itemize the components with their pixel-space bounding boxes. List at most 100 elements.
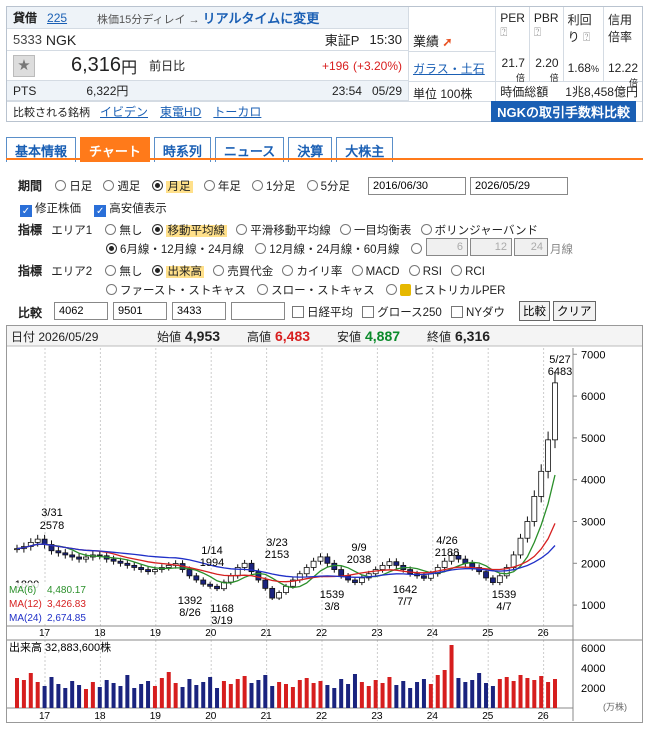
x-tick-label: 17 [39, 628, 51, 639]
volume-bar [139, 684, 144, 708]
vol-tick-label: 6000 [581, 643, 605, 655]
candle-body [117, 560, 124, 564]
volume-bar [435, 675, 440, 708]
area2-none[interactable]: 無し [105, 265, 142, 278]
candle-body [193, 575, 200, 581]
volume-bar [518, 675, 523, 708]
fee-compare-banner[interactable]: NGKの取引手数料比較 [491, 101, 636, 122]
ma-opt-12-24-60[interactable]: 12月線・24月線・60月線 [255, 243, 400, 256]
metric-per: PER ⍰ 21.7倍 [496, 7, 530, 83]
volume-bar [456, 678, 461, 708]
change-pct: (+3.20%) [352, 58, 403, 73]
x-tick-label: 20 [205, 628, 217, 639]
performance-label[interactable]: 業績 [413, 34, 439, 49]
compare-link-ibiden[interactable]: イビデン [100, 103, 148, 120]
area1-ichimoku[interactable]: 一目均衡表 [339, 224, 411, 237]
area1-ma[interactable]: 移動平均線 [151, 224, 228, 237]
area2-fast-stoch[interactable]: ファースト・ストキャス [106, 284, 246, 297]
date-from-input[interactable] [368, 177, 466, 195]
candle-body [131, 564, 138, 568]
period-label: 期間 [18, 179, 43, 193]
area2-rsi[interactable]: RSI [408, 265, 442, 278]
favorite-star-icon[interactable]: ★ [13, 54, 35, 77]
candle-body [421, 575, 427, 579]
low-value: 4,887 [365, 328, 400, 344]
area2-slow-stoch[interactable]: スロー・ストキャス [257, 284, 375, 297]
ma-input-3[interactable] [514, 238, 548, 256]
candle-body [62, 552, 69, 556]
area2-turnover[interactable]: 売買代金 [213, 265, 273, 278]
open-value: 4,953 [185, 328, 220, 344]
change-value: +196 [321, 58, 349, 73]
price-annotation: 1392 [178, 595, 202, 607]
ma-opt-custom[interactable] [410, 243, 425, 256]
market-code-link[interactable]: 225 [47, 11, 67, 25]
volume-bar [532, 680, 537, 708]
metric-pbr: PBR ⍰ 2.20倍 [530, 7, 564, 83]
area2-macd[interactable]: MACD [351, 265, 400, 278]
nikkei-checkbox[interactable]: 日経平均 [292, 306, 353, 319]
clear-button[interactable]: クリア [553, 301, 596, 321]
period-monthly[interactable]: 月足 [151, 180, 193, 193]
compare-row-label: 比較 [18, 306, 43, 320]
industry-link[interactable]: ガラス・土石 [413, 62, 485, 76]
pts-time: 23:54 [331, 83, 362, 98]
delay-note[interactable]: 株価15分ディレイ → リアルタイムに変更 [97, 8, 319, 27]
volume-bar [339, 679, 344, 708]
compare-button[interactable]: 比較 [519, 301, 550, 321]
area2-hist-per[interactable]: ヒストリカルPER [385, 284, 506, 297]
vol-tick-label: 4000 [581, 663, 605, 675]
vol-x-tick-label: 18 [94, 711, 106, 722]
ma-input-2[interactable] [470, 238, 512, 256]
nydow-checkbox[interactable]: NYダウ [451, 306, 505, 319]
volume-bar [284, 684, 288, 708]
ma-legend-value: 4,480.17 [47, 585, 86, 596]
x-tick-label: 25 [482, 628, 494, 639]
period-5min[interactable]: 5分足 [306, 180, 350, 193]
area1-ema[interactable]: 平滑移動平均線 [236, 224, 331, 237]
volume-bar [49, 677, 54, 708]
area2-row-b: ファースト・ストキャス スロー・ストキャス ヒストリカルPER [106, 282, 506, 298]
vol-x-tick-label: 24 [427, 711, 439, 722]
period-1min[interactable]: 1分足 [252, 180, 295, 193]
area2-deviation[interactable]: カイリ率 [282, 265, 342, 278]
volume-bar [118, 686, 123, 708]
area2-volume[interactable]: 出来高 [151, 265, 205, 278]
period-weekly[interactable]: 週足 [103, 180, 140, 193]
volume-bar [546, 682, 551, 708]
compare-input-3[interactable] [172, 302, 226, 320]
compare-link-tepco[interactable]: 東電HD [160, 103, 201, 120]
ma-opt-6-12-24[interactable]: 6月線・12月線・24月線 [106, 243, 244, 256]
period-yearly[interactable]: 年足 [203, 180, 241, 193]
compare-link-tocalo[interactable]: トーカロ [213, 103, 261, 120]
adjusted-price-checkbox[interactable]: ✓ 修正株価 [20, 203, 81, 217]
compare-input-1[interactable] [54, 302, 108, 320]
period-daily[interactable]: 日足 [55, 180, 92, 193]
price-annotation: 2038 [347, 554, 371, 566]
candle-body [358, 577, 365, 583]
volume-bar [63, 688, 68, 708]
ma-input-1[interactable] [426, 238, 468, 256]
growth-checkbox[interactable]: グロース250 [362, 306, 442, 319]
candle-body [124, 562, 131, 566]
price-unit: 円 [121, 59, 138, 77]
volume-bar [497, 679, 502, 708]
y-tick-label: 2000 [581, 558, 605, 570]
area1-none[interactable]: 無し [105, 224, 142, 237]
vol-x-tick-label: 19 [150, 711, 162, 722]
area2-rci[interactable]: RCI [451, 265, 485, 278]
candle-body [152, 569, 158, 573]
close-value: 6,316 [455, 328, 490, 344]
volume-bar [387, 677, 392, 708]
area1-bollinger[interactable]: ボリンジャーバンド [420, 224, 538, 237]
area2-row: 指標 エリア2 無し 出来高 売買代金 カイリ率 MACD RSI RCI [18, 262, 485, 279]
volume-bar [484, 683, 489, 708]
volume-bar [173, 683, 178, 708]
hilo-checkbox[interactable]: ✓ 高安値表示 [94, 203, 167, 217]
price-annotation: 8/26 [179, 607, 200, 619]
adjust-row: ✓ 修正株価 ✓ 高安値表示 [20, 200, 167, 217]
date-to-input[interactable] [470, 177, 568, 195]
ma-legend-value: 2,674.85 [47, 613, 86, 624]
compare-input-2[interactable] [113, 302, 167, 320]
compare-input-4[interactable] [231, 302, 285, 320]
